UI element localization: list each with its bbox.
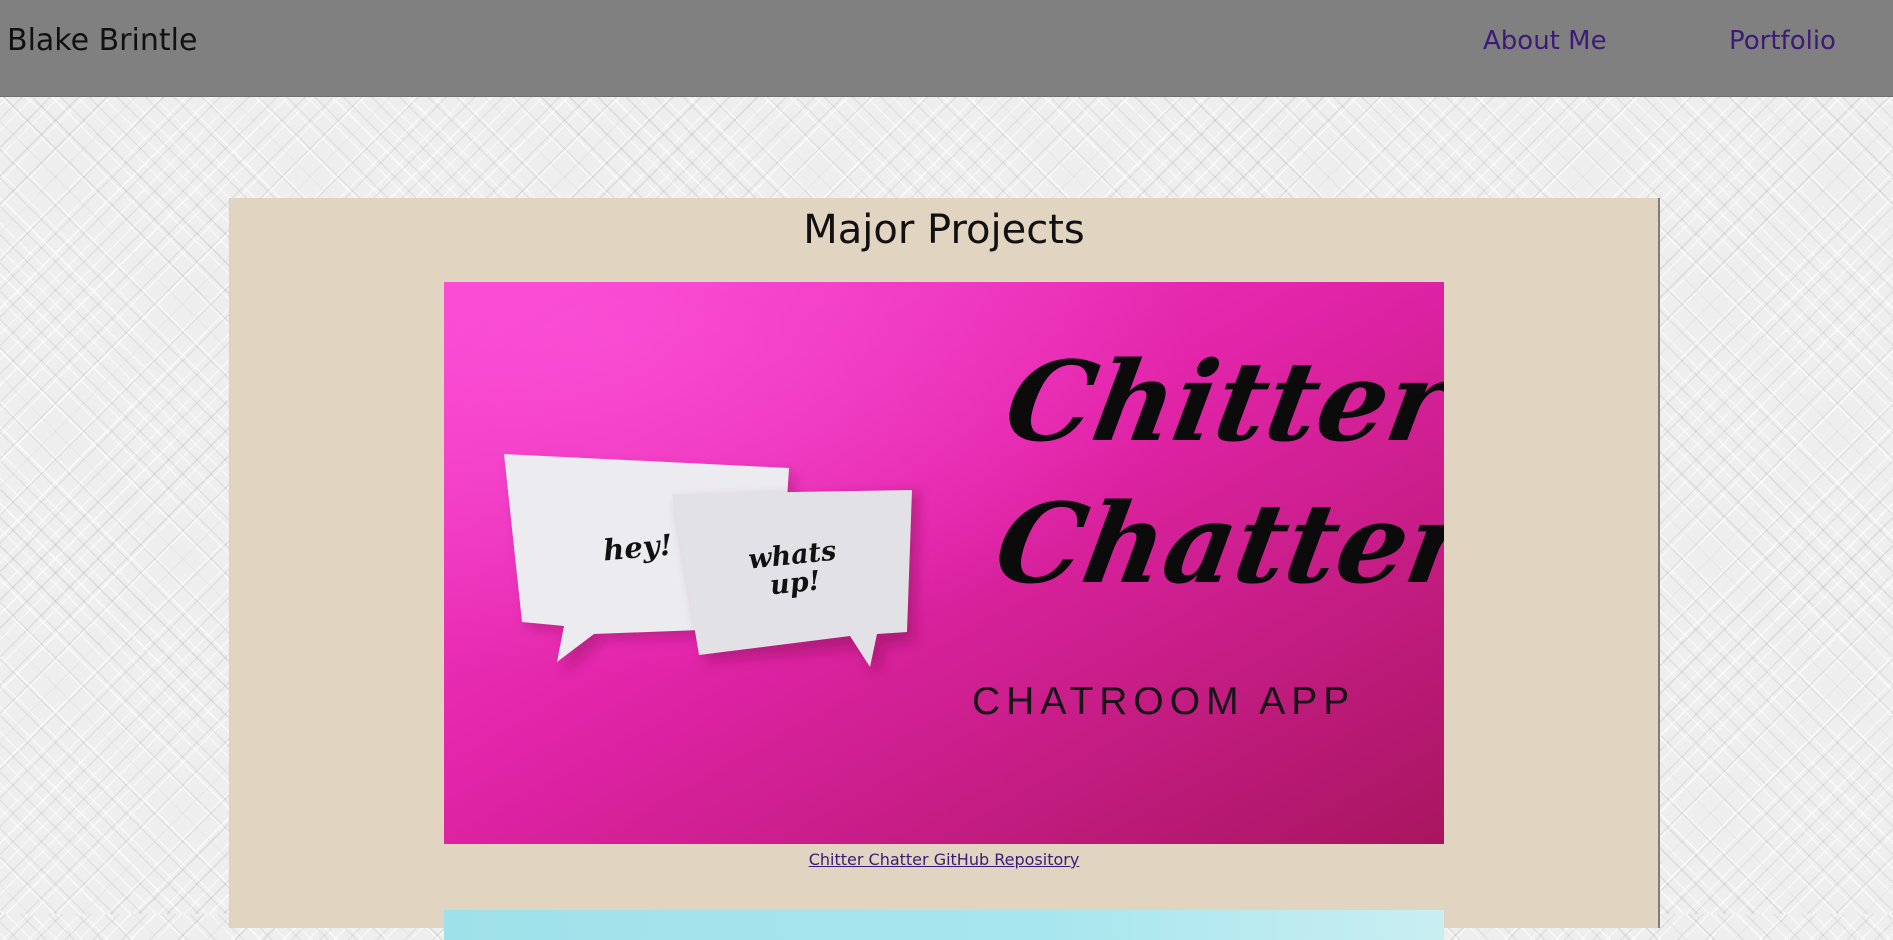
repo-link-container: Chitter Chatter GitHub Repository (230, 850, 1658, 870)
svg-text:CHATROOM APP: CHATROOM APP (972, 680, 1355, 723)
svg-text:Chitter: Chitter (996, 338, 1444, 467)
nav-about-me[interactable]: About Me (1483, 22, 1607, 60)
section-title: Major Projects (803, 207, 1085, 253)
next-project-image (444, 910, 1444, 940)
svg-text:hey!: hey! (602, 528, 674, 568)
chitter-chatter-github-link[interactable]: Chitter Chatter GitHub Repository (809, 850, 1080, 869)
navbar: Blake Brintle About Me Portfolio (0, 0, 1893, 97)
chitter-chatter-image: hey! whats up! Chitter Chatter CHATROOM … (444, 282, 1444, 844)
nav-portfolio[interactable]: Portfolio (1729, 22, 1836, 60)
svg-text:Chatter: Chatter (986, 480, 1444, 609)
projects-panel: Major Projects hey! whats up! Chitter Ch… (230, 198, 1658, 940)
speech-bubble-whats-up: whats up! (672, 490, 919, 677)
brand-title[interactable]: Blake Brintle (7, 22, 197, 60)
svg-text:up!: up! (769, 565, 822, 601)
